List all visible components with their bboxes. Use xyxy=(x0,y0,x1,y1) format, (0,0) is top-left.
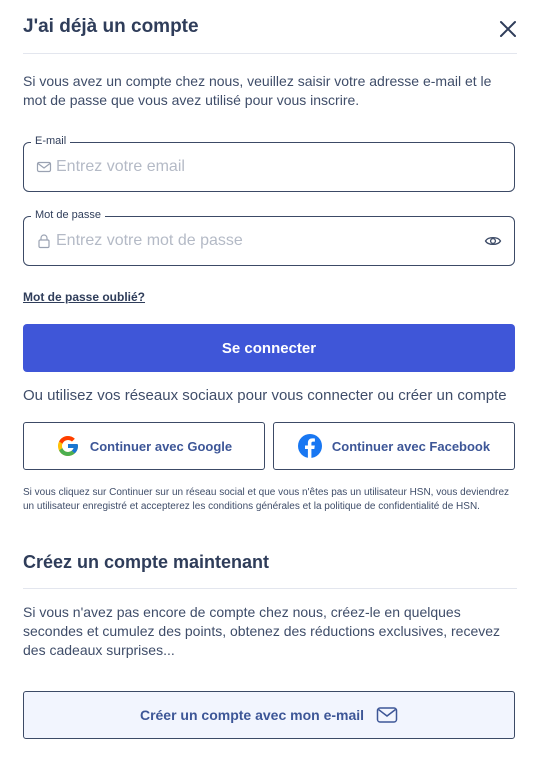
create-account-title: Créez un compte maintenant xyxy=(23,550,517,589)
facebook-icon xyxy=(297,434,322,458)
close-icon[interactable] xyxy=(497,18,519,40)
lock-icon xyxy=(38,234,50,249)
eye-icon[interactable] xyxy=(484,232,502,250)
envelope-icon xyxy=(36,161,52,173)
login-intro-text: Si vous avez un compte chez nous, veuill… xyxy=(23,73,492,108)
modal-title: J'ai déjà un compte xyxy=(23,16,199,37)
mail-icon xyxy=(376,707,398,723)
google-button-label: Continuer avec Google xyxy=(89,438,233,454)
social-disclaimer: Si vous cliquez sur Continuer sur un rés… xyxy=(23,487,510,512)
create-account-text: Si vous n'avez pas encore de compte chez… xyxy=(23,604,501,658)
create-account-button-label: Créer un compte avec mon e-mail xyxy=(139,707,365,723)
email-field: E-mail xyxy=(23,134,515,192)
google-icon xyxy=(57,436,78,456)
facebook-button-label: Continuer avec Facebook xyxy=(331,438,491,454)
login-button[interactable]: Se connecter xyxy=(23,324,515,372)
password-field: Mot de passe xyxy=(23,208,515,266)
google-login-button[interactable]: Continuer avec Google xyxy=(23,422,265,470)
modal-header: J'ai déjà un compte xyxy=(23,14,517,54)
email-input[interactable] xyxy=(56,143,474,191)
social-login-text: Ou utilisez vos réseaux sociaux pour vou… xyxy=(23,387,507,404)
password-input[interactable] xyxy=(56,217,474,265)
forgot-password-link[interactable]: Mot de passe oublié? xyxy=(23,290,145,304)
facebook-login-button[interactable]: Continuer avec Facebook xyxy=(273,422,515,470)
create-account-button[interactable]: Créer un compte avec mon e-mail xyxy=(23,691,515,739)
